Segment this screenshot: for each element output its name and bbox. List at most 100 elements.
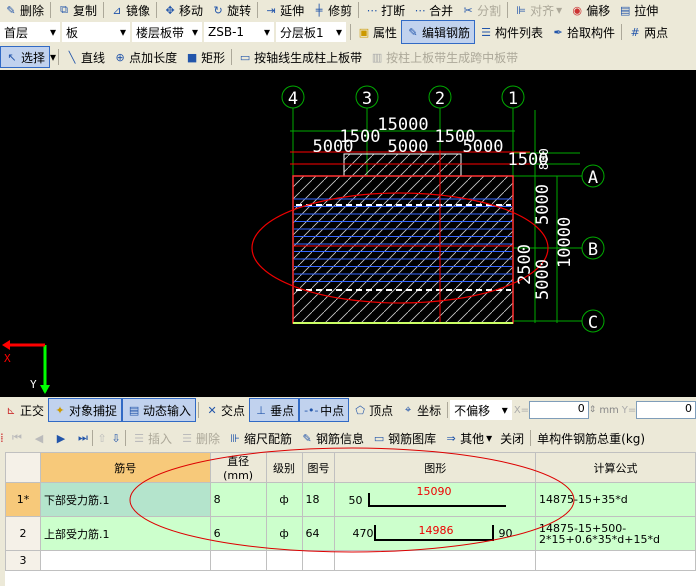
cross-icon: ✕: [207, 403, 217, 417]
axis-label: 2: [435, 89, 445, 109]
cursor-icon: ↖: [7, 50, 17, 64]
merge-button[interactable]: ⋯ 合并: [409, 0, 457, 20]
axis-label: 4: [288, 89, 298, 109]
select-button[interactable]: ↖ 选择: [0, 46, 51, 68]
chevron-down-icon: ▾: [49, 25, 56, 39]
midpoint-snap[interactable]: -•- 中点: [299, 398, 350, 422]
type-select[interactable]: 板 ▾: [62, 22, 130, 42]
pencil-icon: ✎: [408, 25, 418, 39]
pick-component-button[interactable]: ✒ 拾取构件: [547, 20, 619, 44]
perpendicular-snap[interactable]: ⊥ 垂点: [249, 398, 300, 422]
spinner-icon[interactable]: ⇕: [589, 405, 597, 415]
dim-label: 15000: [377, 115, 428, 135]
offset-button[interactable]: ◉ 偏移: [566, 0, 614, 20]
vertex-snap[interactable]: ⬠ 顶点: [349, 398, 397, 422]
axis-label: 3: [362, 89, 372, 109]
dim-label: 1500: [340, 127, 381, 147]
gen-middle-strip-button[interactable]: ▥ 按柱上板带生成跨中板带: [366, 46, 522, 68]
align-button[interactable]: ⊫ 对齐 ▾: [510, 0, 566, 20]
y-input[interactable]: 0: [636, 401, 696, 419]
floor-select[interactable]: 首层 ▾: [0, 22, 60, 42]
mirror-button[interactable]: ⊿ 镜像: [106, 0, 154, 20]
eyedropper-icon: ✒: [553, 25, 563, 39]
two-point-icon: #: [630, 25, 640, 39]
move-icon: ✥: [165, 3, 175, 17]
drawing-canvas[interactable]: 4 3 2 1 A B C 15000 5000 5000 5000 1500 …: [0, 70, 696, 397]
x-label: X=: [513, 404, 530, 416]
chevron-down-icon: ▾: [501, 403, 508, 417]
strip-icon: ▥: [371, 50, 383, 64]
mirror-icon: ⊿: [112, 3, 122, 17]
dynamic-input-icon: ▤: [128, 403, 140, 417]
break-icon: ⋯: [366, 3, 378, 17]
rotate-button[interactable]: ↻ 旋转: [207, 0, 255, 20]
dim-label: 2500: [515, 244, 535, 285]
unit-label: mm: [599, 404, 619, 416]
perpendicular-icon: ⊥: [256, 403, 266, 417]
midpoint-icon: -•-: [304, 403, 319, 417]
chevron-down-icon: ▾: [263, 25, 270, 39]
chevron-down-icon[interactable]: ▾: [50, 50, 56, 64]
point-length-button[interactable]: ⊕ 点加长度: [109, 46, 181, 68]
ucs-icon: X Y: [2, 340, 50, 394]
component-toolbar: 首层 ▾ 板 ▾ 楼层板带 ▾ ZSB-1 ▾ 分层板1 ▾ ▣ 属性 ✎ 编辑钢筋 ☰ 构件列…: [0, 20, 696, 44]
extend-button[interactable]: ⇥ 延伸: [260, 0, 308, 20]
dynamic-input-button[interactable]: ▤ 动态输入: [122, 398, 197, 422]
rectangle-button[interactable]: ■ 矩形: [181, 46, 229, 68]
edit-toolbar: ✎ 删除 ⧉ 复制 ⊿ 镜像 ✥ 移动 ↻ 旋转 ⇥ 延伸 ╪ 修剪 ⋯ 打断 ⋯ 合并 ✂ 分割 …: [0, 0, 696, 20]
dim-label: 5000: [533, 259, 553, 300]
line-button[interactable]: ╲ 直线: [61, 46, 109, 68]
stretch-button[interactable]: ▤ 拉伸: [614, 0, 662, 20]
delete-button[interactable]: ✎ 删除: [0, 0, 48, 20]
x-input[interactable]: 0: [529, 401, 589, 419]
point-length-icon: ⊕: [115, 50, 125, 64]
rotate-icon: ↻: [213, 3, 223, 17]
split-button[interactable]: ✂ 分割: [457, 0, 505, 20]
stretch-icon: ▤: [620, 3, 631, 17]
trim-icon: ╪: [315, 3, 323, 17]
axis-label: C: [588, 313, 598, 333]
subtype-select[interactable]: 楼层板带 ▾: [132, 22, 202, 42]
name-select[interactable]: ZSB-1 ▾: [204, 22, 274, 42]
two-point-button[interactable]: # 两点: [624, 20, 672, 44]
snap-toolbar: ⊾ 正交 ✦ 对象捕捉 ▤ 动态输入 ✕ 交点 ⊥ 垂点 -•- 中点 ⬠ 顶点 ⌖ 坐标 不偏…: [0, 398, 696, 422]
component-list-button[interactable]: ☰ 构件列表: [475, 20, 547, 44]
snap-icon: ✦: [55, 403, 65, 417]
axis-label: B: [588, 240, 598, 260]
draw-toolbar: ↖ 选择 ▾ ╲ 直线 ⊕ 点加长度 ■ 矩形 ▭ 按轴线生成柱上板带 ▥ 按柱上板带生成跨中…: [0, 46, 696, 68]
list-icon: ☰: [481, 25, 491, 39]
chevron-down-icon: ▾: [191, 25, 198, 39]
intersection-snap[interactable]: ✕ 交点: [201, 398, 249, 422]
layer-select[interactable]: 分层板1 ▾: [276, 22, 346, 42]
move-button[interactable]: ✥ 移动: [159, 0, 207, 20]
offset-select[interactable]: 不偏移 ▾: [450, 400, 512, 420]
coordinate-icon: ⌖: [405, 403, 412, 416]
dim-label: 5000: [533, 184, 553, 225]
ortho-button[interactable]: ⊾ 正交: [0, 398, 48, 422]
line-icon: ╲: [68, 50, 76, 64]
properties-button[interactable]: ▣ 属性: [353, 20, 401, 44]
gen-column-strip-button[interactable]: ▭ 按轴线生成柱上板带: [234, 46, 366, 68]
object-snap-button[interactable]: ✦ 对象捕捉: [48, 398, 123, 422]
copy-button[interactable]: ⧉ 复制: [53, 0, 101, 20]
chevron-down-icon: ▾: [119, 25, 126, 39]
pentagon-icon: ⬠: [355, 403, 365, 417]
axis-label: A: [588, 168, 598, 188]
svg-text:X: X: [4, 352, 11, 365]
split-icon: ✂: [463, 3, 473, 17]
break-button[interactable]: ⋯ 打断: [361, 0, 409, 20]
coordinate-snap[interactable]: ⌖ 坐标: [397, 398, 445, 422]
rectangle-icon: ■: [186, 50, 198, 64]
strip-icon: ▭: [239, 50, 251, 64]
copy-icon: ⧉: [60, 3, 68, 16]
edit-rebar-button[interactable]: ✎ 编辑钢筋: [401, 20, 476, 44]
dim-label: 1500: [435, 127, 476, 147]
chevron-down-icon: ▾: [335, 25, 342, 39]
merge-icon: ⋯: [414, 3, 426, 17]
ortho-icon: ⊾: [6, 403, 16, 417]
properties-icon: ▣: [358, 25, 370, 39]
trim-button[interactable]: ╪ 修剪: [308, 0, 356, 20]
annotation-ellipse-table: [129, 447, 575, 553]
dim-label: 5000: [388, 137, 429, 157]
svg-text:Y: Y: [30, 378, 37, 391]
